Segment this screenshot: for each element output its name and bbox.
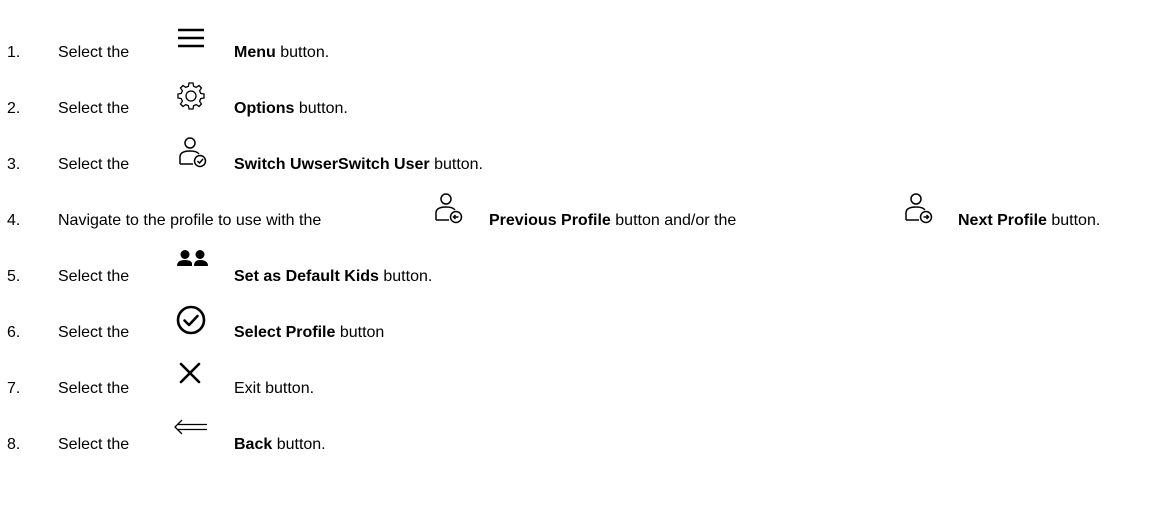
step-suffix: button. [378, 268, 433, 285]
step-button-name: Menu [234, 44, 276, 61]
step-text: Select the [58, 324, 130, 341]
step-number: 1. [7, 44, 21, 61]
step-number: 2. [7, 100, 21, 117]
step-text: Select the [58, 44, 130, 61]
step-button-name: Back [234, 436, 273, 453]
kids-icon [176, 249, 210, 271]
step-button-name: Exit [234, 380, 261, 397]
step-suffix: button. [294, 100, 348, 117]
step-button-name: Select Profile [234, 324, 336, 341]
previous-profile-icon [434, 192, 464, 224]
step-label: Set as Default Kids button. [234, 267, 432, 286]
close-icon [178, 361, 202, 385]
step-number: 4. [7, 212, 21, 229]
step-text: Select the [58, 436, 130, 453]
step-label: Previous Profile button and/or the [489, 211, 736, 230]
next-profile-icon [904, 192, 934, 224]
step-label: Next Profile button. [958, 211, 1100, 230]
step-button-name: Previous Profile [489, 212, 611, 229]
menu-icon [176, 27, 206, 53]
step-text: Select the [58, 268, 130, 285]
step-label: Exit button. [234, 379, 314, 398]
step-suffix: button. [429, 156, 483, 173]
step-button-name: Next Profile [958, 212, 1047, 229]
step-button-name: Set as Default Kids [234, 268, 379, 285]
step-suffix: button. [272, 436, 326, 453]
step-text: Select the [58, 100, 130, 117]
step-text: Select the [58, 156, 130, 173]
back-arrow-icon [174, 419, 208, 435]
step-number: 8. [7, 436, 21, 453]
gear-icon [176, 81, 206, 111]
step-suffix: button [335, 324, 385, 341]
instruction-step-4: 4. Navigate to the profile to use with t… [0, 193, 1168, 238]
step-text: Navigate to the profile to use with the [58, 212, 322, 229]
step-number: 5. [7, 268, 21, 285]
step-label: Options button. [234, 99, 348, 118]
step-number: 6. [7, 324, 21, 341]
step-middle: button and/or the [610, 212, 737, 229]
step-number: 7. [7, 380, 21, 397]
check-circle-icon [175, 304, 207, 336]
step-label: Select Profile button [234, 323, 384, 342]
switch-user-icon [178, 136, 208, 168]
step-suffix: button. [275, 44, 330, 61]
step-label: Menu button. [234, 43, 329, 62]
step-suffix: button. [260, 380, 315, 397]
step-button-name: Options [234, 100, 295, 117]
step-number: 3. [7, 156, 21, 173]
step-label: Back button. [234, 435, 326, 454]
step-suffix: button. [1046, 212, 1101, 229]
step-button-name: Switch UwserSwitch User [234, 156, 430, 173]
step-label: Switch UwserSwitch User button. [234, 155, 483, 174]
step-text: Select the [58, 380, 130, 397]
